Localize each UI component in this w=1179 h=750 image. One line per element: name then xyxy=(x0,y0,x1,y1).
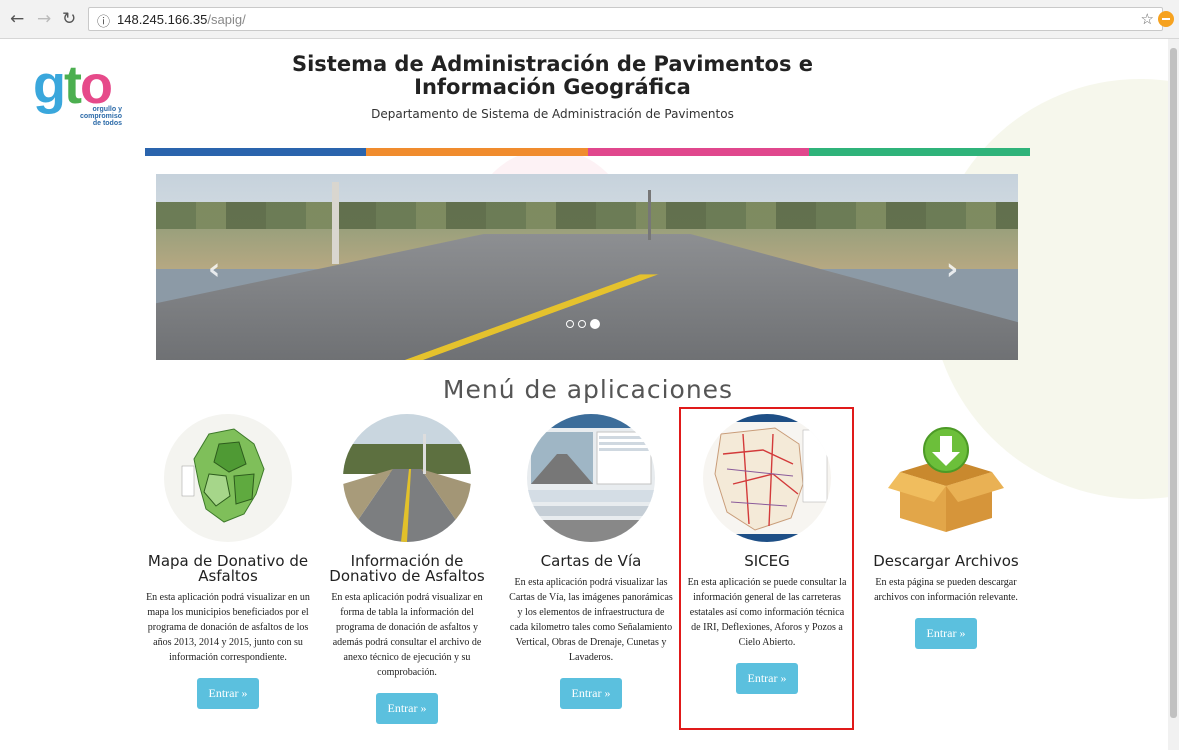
page-content: gto orgullo y compromiso de todos Sistem… xyxy=(0,39,1168,750)
app-title: Descargar Archivos xyxy=(873,552,1019,570)
color-stripe-segment xyxy=(808,148,1030,156)
carousel-next-icon[interactable]: › xyxy=(946,252,958,287)
app-title: Información de Donativo de Asfaltos xyxy=(329,552,485,585)
download-box-icon xyxy=(882,414,1010,542)
app-title: Cartas de Vía xyxy=(540,552,642,570)
road-thumbnail xyxy=(343,414,471,542)
color-stripe-segment xyxy=(366,148,588,156)
app-description: En esta página se pueden descargar archi… xyxy=(874,577,1018,603)
extension-icon[interactable] xyxy=(1158,11,1174,27)
carousel-dot[interactable] xyxy=(578,320,586,328)
color-stripe-segment xyxy=(145,148,367,156)
address-bar[interactable]: ⓘ 148.245.166.35/sapig/ ☆ xyxy=(88,7,1163,31)
back-arrow-icon[interactable]: ← xyxy=(10,9,24,29)
enter-button[interactable]: Entrar » xyxy=(559,678,623,709)
color-stripe xyxy=(145,148,1030,156)
app-description: En esta aplicación podrá visualizar en u… xyxy=(146,592,310,663)
url-text: 148.245.166.35/sapig/ xyxy=(117,12,246,27)
gto-logo[interactable]: gto orgullo y compromiso de todos xyxy=(33,58,128,130)
reload-icon[interactable]: ↻ xyxy=(62,9,76,29)
map-thumbnail xyxy=(164,414,292,542)
carousel-prev-icon[interactable]: ‹ xyxy=(208,252,220,287)
enter-button[interactable]: Entrar » xyxy=(196,678,260,709)
logo-tagline: orgullo y compromiso de todos xyxy=(79,106,122,127)
enter-button[interactable]: Entrar » xyxy=(914,618,978,649)
menu-title: Menú de aplicaciones xyxy=(442,375,734,404)
image-carousel[interactable]: ‹ › xyxy=(156,174,1018,360)
scrollbar-thumb[interactable] xyxy=(1170,48,1177,718)
app-card-informacion: Información de Donativo de Asfaltos En e… xyxy=(322,414,492,724)
carousel-dot-active[interactable] xyxy=(590,319,600,329)
app-description: En esta aplicación podrá visualizar en f… xyxy=(331,592,483,678)
app-description: En esta aplicación podrá visualizar las … xyxy=(509,577,673,663)
page-subtitle: Departamento de Sistema de Administració… xyxy=(371,107,734,121)
carousel-indicators xyxy=(566,319,600,329)
highlight-box xyxy=(679,407,854,730)
browser-toolbar: ← → ↻ ⓘ 148.245.166.35/sapig/ ☆ xyxy=(0,0,1179,39)
cartas-thumbnail xyxy=(527,414,655,542)
site-info-icon[interactable]: ⓘ xyxy=(97,11,110,30)
carousel-dot[interactable] xyxy=(566,320,574,328)
app-card-cartas-de-via: Cartas de Vía En esta aplicación podrá v… xyxy=(506,414,676,709)
app-title: Mapa de Donativo de Asfaltos xyxy=(147,552,309,585)
app-card-mapa: Mapa de Donativo de Asfaltos En esta apl… xyxy=(143,414,313,709)
forward-arrow-icon[interactable]: → xyxy=(37,9,51,29)
page-title: Sistema de Administración de Pavimentos … xyxy=(291,52,814,99)
enter-button[interactable]: Entrar » xyxy=(375,693,439,724)
bookmark-star-icon[interactable]: ☆ xyxy=(1141,10,1154,28)
app-card-descargar-archivos: Descargar Archivos En esta página se pue… xyxy=(861,414,1031,649)
color-stripe-segment xyxy=(587,148,809,156)
